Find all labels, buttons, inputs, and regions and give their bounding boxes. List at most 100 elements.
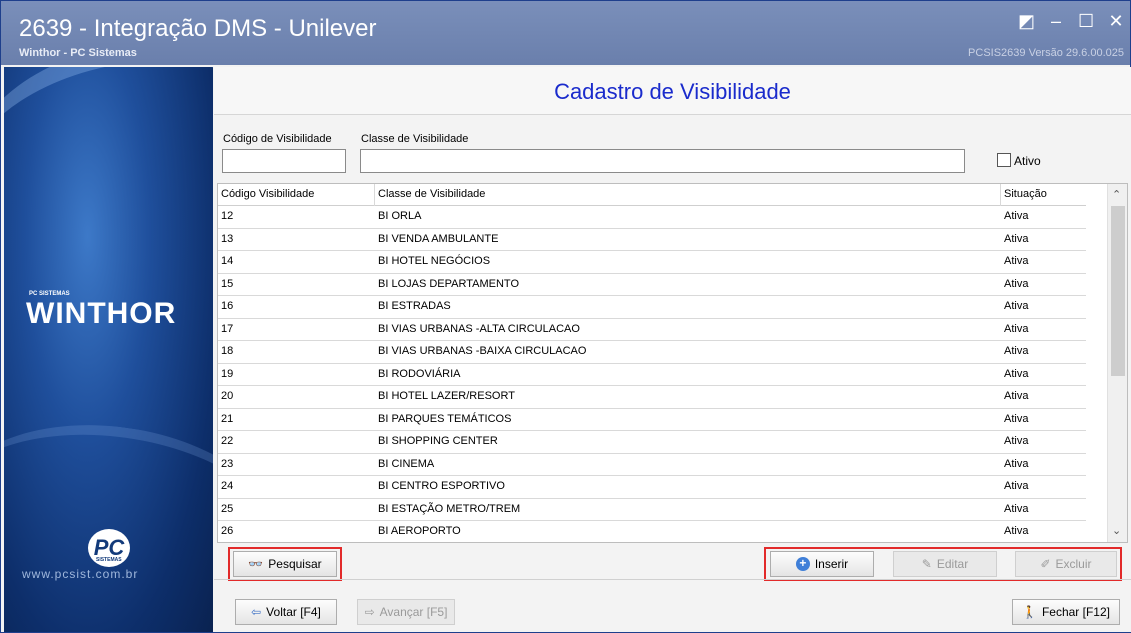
window-controls: ◩ – ☐ ✕	[1018, 11, 1124, 32]
pesquisar-label: Pesquisar	[268, 557, 322, 571]
cell-classe: BI VENDA AMBULANTE	[378, 232, 499, 245]
cell-situacao: Ativa	[1004, 255, 1029, 267]
cell-situacao: Ativa	[1004, 412, 1029, 425]
cell-classe: BI CINEMA	[378, 457, 435, 470]
ativo-checkbox[interactable]	[997, 153, 1011, 167]
cell-situacao: Ativa	[1004, 300, 1029, 312]
fechar-button[interactable]: 🚶 Fechar [F12]	[1012, 599, 1120, 625]
brand-swirl-lower	[4, 404, 213, 632]
fechar-label: Fechar [F12]	[1041, 605, 1110, 619]
binoculars-icon: 👓	[248, 557, 264, 571]
table-row[interactable]: 25 BI ESTAÇÃO METRO/TREM Ativa	[218, 498, 1086, 521]
cell-situacao: Ativa	[1004, 345, 1029, 357]
inserir-button[interactable]: + Inserir	[770, 551, 874, 577]
excluir-button[interactable]: ✐ Excluir	[1015, 551, 1117, 577]
ativo-label: Ativo	[1014, 154, 1041, 168]
excluir-label: Excluir	[1055, 557, 1092, 571]
cell-classe: BI VIAS URBANAS -ALTA CIRCULACAO	[378, 322, 580, 335]
close-icon[interactable]: ✕	[1108, 11, 1124, 32]
table-row[interactable]: 23 BI CINEMA Ativa	[218, 453, 1086, 476]
cell-codigo: 22	[221, 435, 234, 447]
window-title: 2639 - Integração DMS - Unilever	[19, 15, 377, 42]
table-row[interactable]: 22 BI SHOPPING CENTER Ativa	[218, 431, 1086, 454]
cell-classe: BI CENTRO ESPORTIVO	[378, 480, 505, 492]
cell-classe: BI SHOPPING CENTER	[378, 435, 498, 447]
voltar-label: Voltar [F4]	[266, 605, 321, 619]
cell-classe: BI ESTAÇÃO METRO/TREM	[378, 502, 521, 515]
cell-situacao: Ativa	[1004, 367, 1029, 380]
scroll-up-icon[interactable]: ⌃	[1112, 188, 1121, 201]
grid-rows: 12 BI ORLA Ativa 13 BI VENDA AMBULANTE Ativa 1…	[218, 206, 1086, 542]
exit-person-icon: 🚶	[1022, 605, 1037, 619]
classe-visibilidade-input[interactable]	[360, 149, 965, 173]
cell-codigo: 17	[221, 322, 234, 335]
cell-codigo: 12	[221, 210, 234, 222]
table-row[interactable]: 17 BI VIAS URBANAS -ALTA CIRCULACAO Ativa	[218, 318, 1086, 341]
footer-divider	[214, 579, 1131, 580]
column-header-codigo[interactable]: Código Visibilidade	[221, 188, 314, 200]
visibilidade-grid: Código Visibilidade Classe de Visibilida…	[217, 183, 1128, 543]
codigo-visibilidade-label: Código de Visibilidade	[223, 133, 332, 145]
cell-situacao: Ativa	[1004, 435, 1029, 447]
table-row[interactable]: 15 BI LOJAS DEPARTAMENTO Ativa	[218, 273, 1086, 296]
table-row[interactable]: 26 BI AEROPORTO Ativa	[218, 521, 1086, 542]
voltar-button[interactable]: ⇦ Voltar [F4]	[235, 599, 337, 625]
table-row[interactable]: 16 BI ESTRADAS Ativa	[218, 296, 1086, 319]
editar-label: Editar	[936, 557, 969, 571]
edit-icon: ✎	[921, 557, 932, 571]
cell-situacao: Ativa	[1004, 210, 1029, 222]
scroll-down-icon[interactable]: ⌄	[1112, 524, 1121, 537]
table-row[interactable]: 20 BI HOTEL LAZER/RESORT Ativa	[218, 386, 1086, 409]
avancar-label: Avançar [F5]	[379, 605, 448, 619]
table-row[interactable]: 19 BI RODOVIÁRIA Ativa	[218, 363, 1086, 386]
window-subtitle: Winthor - PC Sistemas	[19, 47, 137, 59]
cell-classe: BI RODOVIÁRIA	[378, 367, 461, 380]
page-title: Cadastro de Visibilidade	[554, 79, 791, 104]
minimize-icon[interactable]: –	[1048, 11, 1064, 32]
cell-codigo: 25	[221, 502, 234, 515]
cell-classe: BI AEROPORTO	[378, 525, 461, 537]
table-row[interactable]: 24 BI CENTRO ESPORTIVO Ativa	[218, 476, 1086, 499]
pesquisar-button[interactable]: 👓 Pesquisar	[233, 551, 337, 577]
table-row[interactable]: 13 BI VENDA AMBULANTE Ativa	[218, 228, 1086, 251]
cell-classe: BI HOTEL NEGÓCIOS	[378, 255, 491, 267]
restore-icon[interactable]: ◩	[1018, 11, 1035, 32]
cell-situacao: Ativa	[1004, 322, 1029, 335]
column-header-classe[interactable]: Classe de Visibilidade	[378, 188, 485, 200]
cell-codigo: 19	[221, 367, 234, 380]
table-row[interactable]: 21 BI PARQUES TEMÁTICOS Ativa	[218, 408, 1086, 431]
cell-situacao: Ativa	[1004, 232, 1029, 245]
cell-classe: BI PARQUES TEMÁTICOS	[378, 412, 512, 425]
table-row[interactable]: 12 BI ORLA Ativa	[218, 206, 1086, 229]
avancar-button[interactable]: ⇨ Avançar [F5]	[357, 599, 455, 625]
cell-situacao: Ativa	[1004, 525, 1029, 537]
page-header: Cadastro de Visibilidade	[214, 67, 1131, 115]
cell-situacao: Ativa	[1004, 277, 1029, 290]
table-row[interactable]: 14 BI HOTEL NEGÓCIOS Ativa	[218, 251, 1086, 274]
cell-situacao: Ativa	[1004, 480, 1029, 492]
cell-classe: BI VIAS URBANAS -BAIXA CIRCULACAO	[378, 345, 587, 357]
table-row[interactable]: 18 BI VIAS URBANAS -BAIXA CIRCULACAO Ativa	[218, 341, 1086, 364]
cell-codigo: 24	[221, 480, 234, 492]
app-window: 2639 - Integração DMS - Unilever Winthor…	[0, 0, 1131, 633]
cell-codigo: 20	[221, 390, 234, 402]
editar-button[interactable]: ✎ Editar	[893, 551, 997, 577]
cell-classe: BI LOJAS DEPARTAMENTO	[378, 277, 519, 290]
pc-logo-tag: SISTEMAS	[96, 557, 122, 563]
codigo-visibilidade-input[interactable]	[222, 149, 346, 173]
back-arrow-icon: ⇦	[251, 605, 262, 619]
cell-classe: BI HOTEL LAZER/RESORT	[378, 390, 515, 402]
maximize-icon[interactable]: ☐	[1078, 11, 1094, 32]
vertical-scrollbar[interactable]: ⌃ ⌄	[1107, 184, 1127, 542]
cell-codigo: 14	[221, 255, 234, 267]
cell-situacao: Ativa	[1004, 390, 1029, 402]
eraser-icon: ✐	[1040, 557, 1051, 571]
cell-codigo: 18	[221, 345, 234, 357]
cell-codigo: 16	[221, 300, 234, 312]
column-header-situacao[interactable]: Situação	[1004, 188, 1047, 200]
scroll-thumb[interactable]	[1111, 206, 1125, 376]
cell-situacao: Ativa	[1004, 457, 1029, 470]
cell-codigo: 15	[221, 277, 234, 290]
classe-visibilidade-label: Classe de Visibilidade	[361, 133, 469, 145]
cell-situacao: Ativa	[1004, 502, 1029, 515]
